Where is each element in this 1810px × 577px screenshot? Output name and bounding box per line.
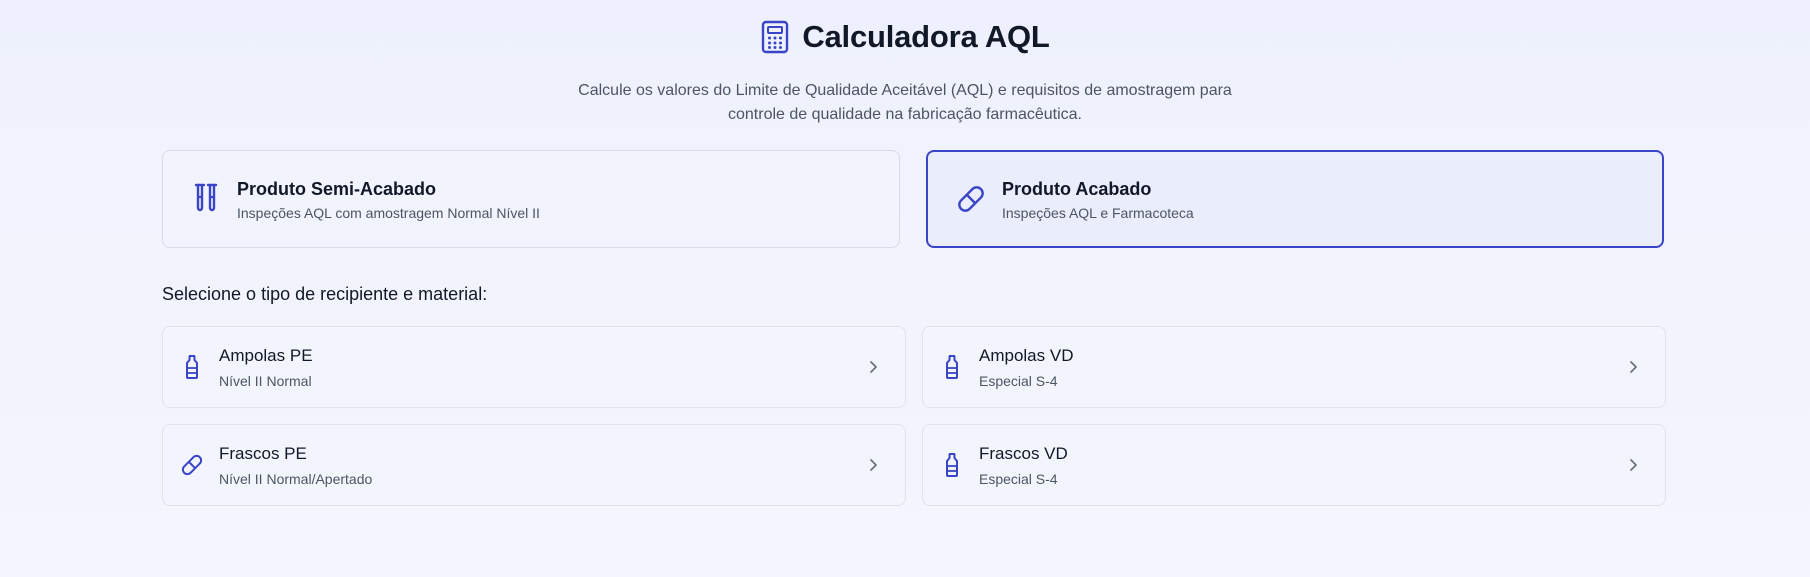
section-heading: Selecione o tipo de recipiente e materia… <box>162 284 488 304</box>
container-title: Ampolas VD <box>979 345 1074 365</box>
page-subtitle: Calcule os valores do Limite de Qualidad… <box>578 82 1232 123</box>
container-description: Especial S-4 <box>979 470 1058 487</box>
container-title: Frascos VD <box>979 443 1068 463</box>
container-title: Frascos PE <box>219 443 307 463</box>
mode-description: Inspeções AQL e Farmacoteca <box>1002 204 1194 221</box>
container-card-ampolas-vd[interactable]: Ampolas VD Especial S-4 <box>922 326 1666 408</box>
test-tubes-icon <box>189 182 223 216</box>
container-description: Nível II Normal/Apertado <box>219 470 373 487</box>
mode-card-semi-acabado[interactable]: Produto Semi-Acabado Inspeções AQL com a… <box>162 150 900 248</box>
container-card-text: Frascos PE Nível II Normal/Apertado <box>219 443 865 488</box>
chevron-right-icon <box>865 359 881 375</box>
page-title: Calculadora AQL <box>802 19 1050 54</box>
calculator-icon <box>760 20 790 54</box>
mode-card-text: Produto Acabado Inspeções AQL e Farmacot… <box>1002 177 1194 222</box>
mode-description: Inspeções AQL com amostragem Normal Níve… <box>237 204 540 221</box>
container-card-text: Ampolas PE Nível II Normal <box>219 345 865 390</box>
title-row: Calculadora AQL <box>0 18 1810 56</box>
container-description: Especial S-4 <box>979 372 1058 389</box>
mode-title: Produto Acabado <box>1002 178 1152 199</box>
pill-icon <box>954 182 988 216</box>
container-card-text: Frascos VD Especial S-4 <box>979 443 1625 488</box>
mode-title: Produto Semi-Acabado <box>237 178 437 199</box>
container-card-ampolas-pe[interactable]: Ampolas PE Nível II Normal <box>162 326 906 408</box>
bottle-icon <box>939 354 965 380</box>
chevron-right-icon <box>865 457 881 473</box>
chevron-right-icon <box>1625 457 1641 473</box>
container-card-text: Ampolas VD Especial S-4 <box>979 345 1625 390</box>
container-card-frascos-vd[interactable]: Frascos VD Especial S-4 <box>922 424 1666 506</box>
mode-card-acabado[interactable]: Produto Acabado Inspeções AQL e Farmacot… <box>926 150 1664 248</box>
mode-card-text: Produto Semi-Acabado Inspeções AQL com a… <box>237 177 540 222</box>
chevron-right-icon <box>1625 359 1641 375</box>
bottle-icon <box>179 354 205 380</box>
pill-icon <box>179 452 205 478</box>
container-description: Nível II Normal <box>219 372 312 389</box>
container-title: Ampolas PE <box>219 345 313 365</box>
bottle-icon <box>939 452 965 478</box>
container-card-frascos-pe[interactable]: Frascos PE Nível II Normal/Apertado <box>162 424 906 506</box>
page-header: Calculadora AQL Calcule os valores do Li… <box>0 18 1810 127</box>
